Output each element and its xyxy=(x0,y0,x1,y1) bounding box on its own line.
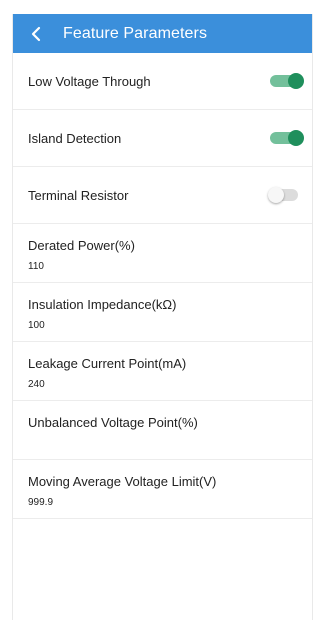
param-value: 110 xyxy=(28,261,44,272)
back-button[interactable] xyxy=(13,14,59,53)
toggle-knob xyxy=(268,187,284,203)
param-label: Unbalanced Voltage Point(%) xyxy=(28,415,198,430)
param-label: Insulation Impedance(kΩ) xyxy=(28,297,177,312)
param-leakage-current-point[interactable]: Leakage Current Point(mA) 240 xyxy=(13,342,312,401)
param-value: 240 xyxy=(28,379,45,390)
island-detection-toggle[interactable] xyxy=(270,130,304,146)
setting-low-voltage-through: Low Voltage Through xyxy=(13,53,312,110)
terminal-resistor-toggle[interactable] xyxy=(268,187,298,203)
chevron-left-icon xyxy=(31,26,41,41)
param-label: Derated Power(%) xyxy=(28,238,135,253)
setting-label: Island Detection xyxy=(28,130,122,146)
setting-label: Terminal Resistor xyxy=(28,187,129,203)
param-label: Moving Average Voltage Limit(V) xyxy=(28,474,217,489)
app-header: Feature Parameters xyxy=(13,14,312,53)
param-label: Leakage Current Point(mA) xyxy=(28,356,187,371)
page-title: Feature Parameters xyxy=(63,24,208,42)
setting-terminal-resistor: Terminal Resistor xyxy=(13,167,312,224)
param-moving-average-voltage-limit[interactable]: Moving Average Voltage Limit(V) 999.9 xyxy=(13,460,312,519)
param-unbalanced-voltage-point[interactable]: Unbalanced Voltage Point(%) xyxy=(13,401,312,460)
param-insulation-impedance[interactable]: Insulation Impedance(kΩ) 100 xyxy=(13,283,312,342)
setting-island-detection: Island Detection xyxy=(13,110,312,167)
setting-label: Low Voltage Through xyxy=(28,73,151,89)
screen: Feature Parameters Low Voltage Through I… xyxy=(12,14,313,620)
toggle-knob xyxy=(288,73,304,89)
settings-list: Low Voltage Through Island Detection Ter… xyxy=(13,53,312,519)
toggle-knob xyxy=(288,130,304,146)
param-derated-power[interactable]: Derated Power(%) 110 xyxy=(13,224,312,283)
param-value xyxy=(28,438,297,449)
param-value: 100 xyxy=(28,320,45,331)
param-value: 999.9 xyxy=(28,497,54,508)
low-voltage-through-toggle[interactable] xyxy=(270,73,304,89)
